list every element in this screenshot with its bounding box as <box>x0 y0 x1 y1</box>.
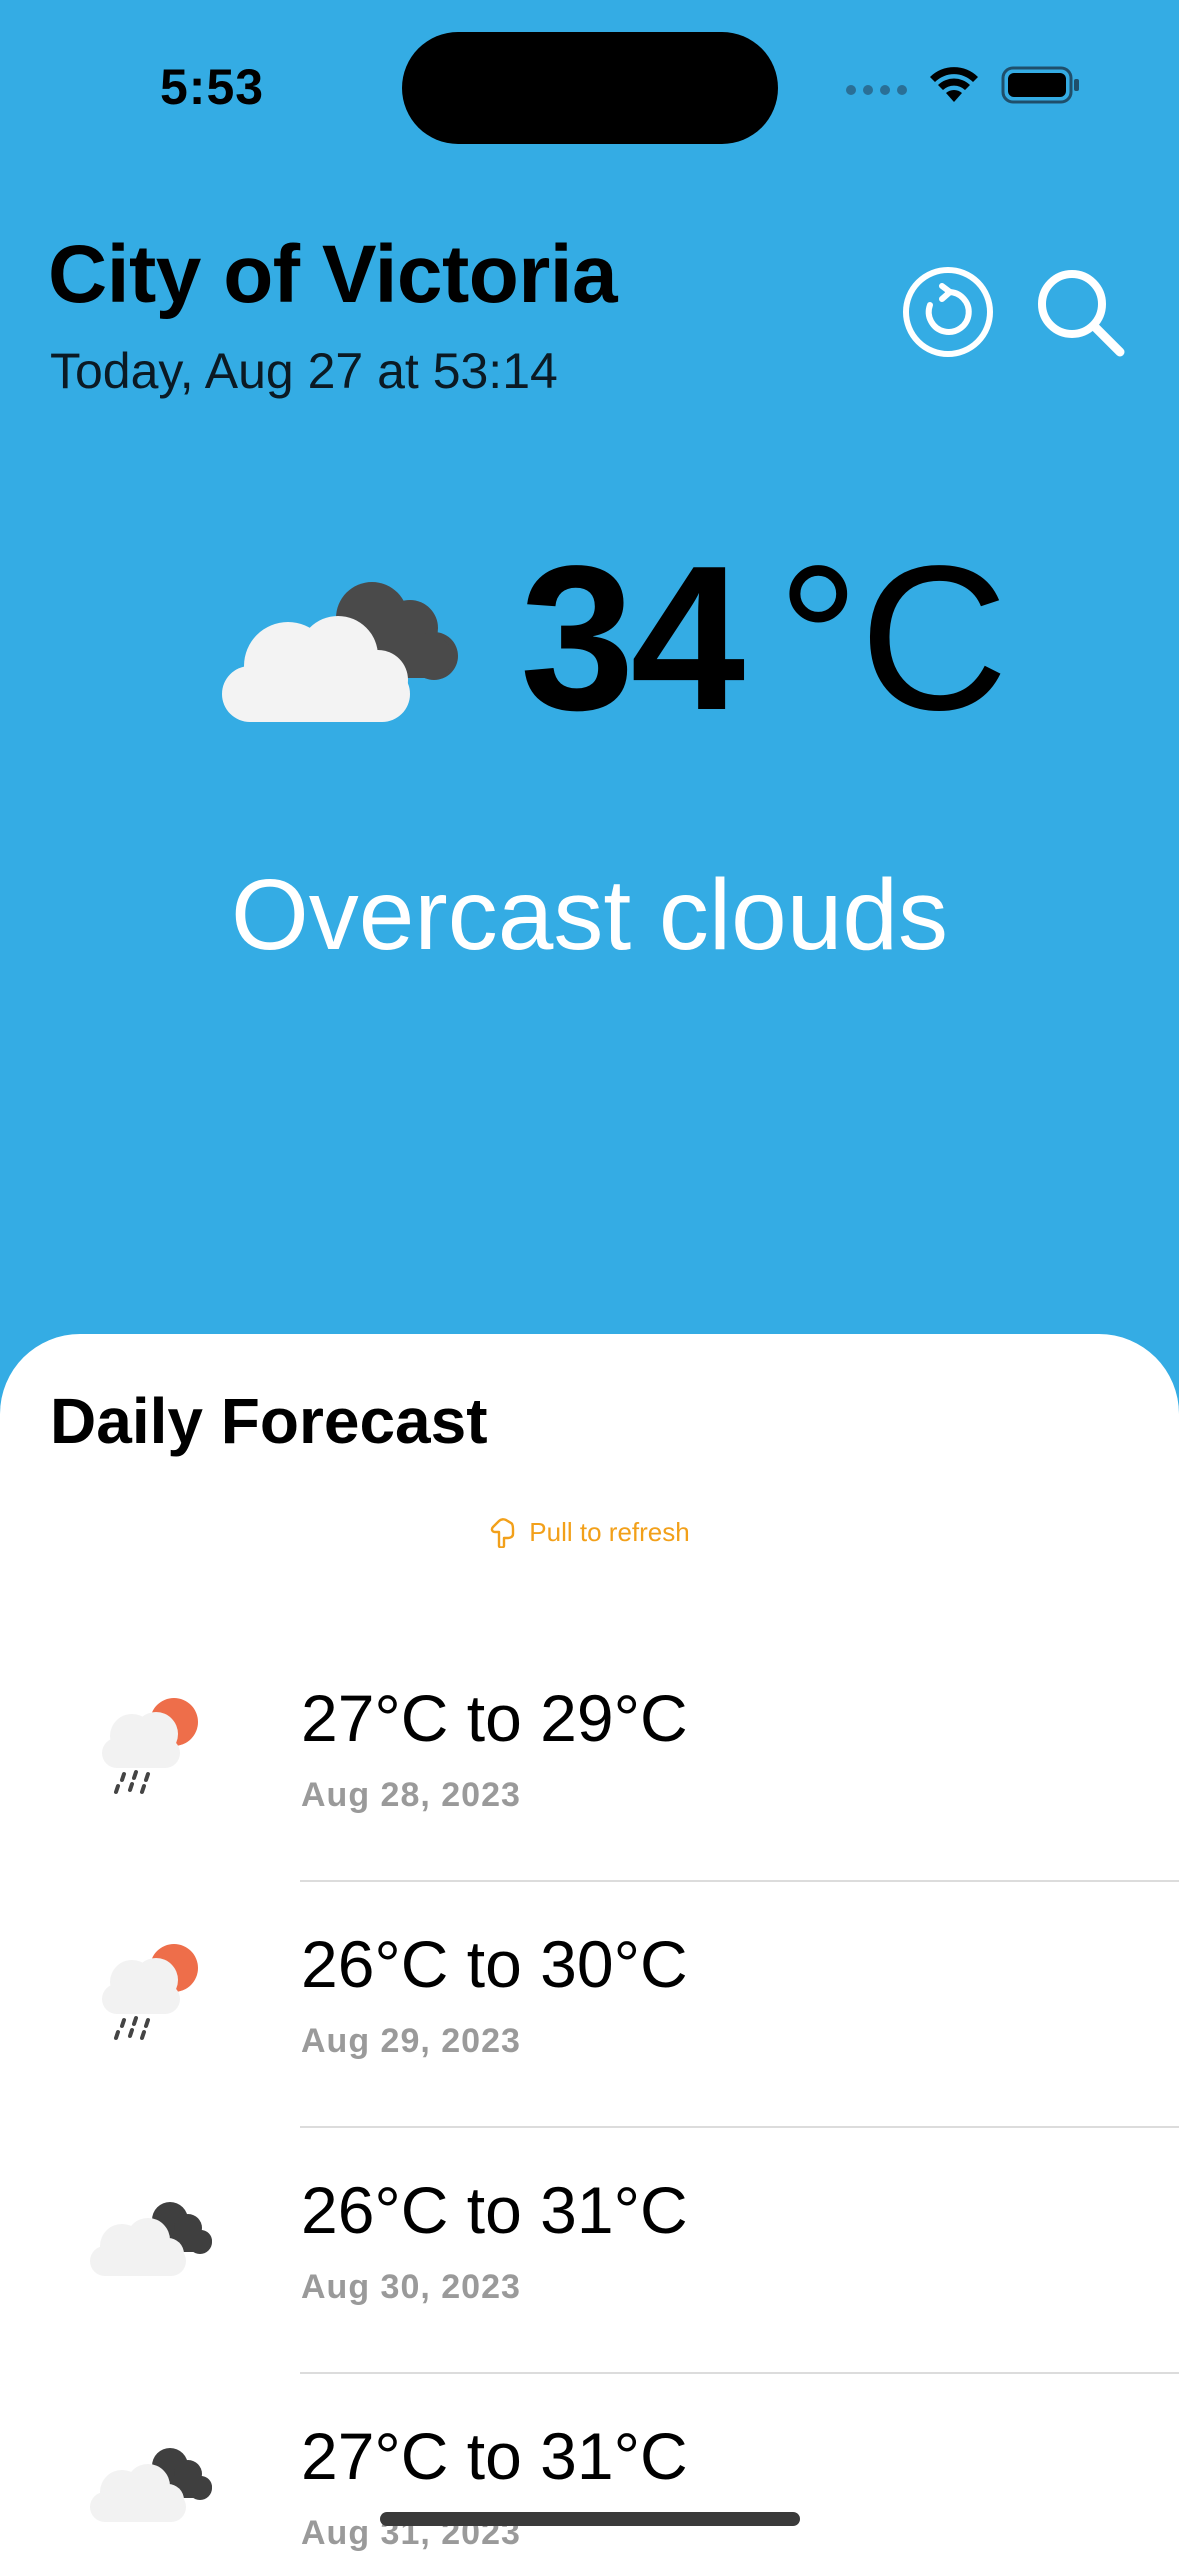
list-item[interactable]: 26°C to 30°C Aug 29, 2023 <box>0 1882 1179 2128</box>
last-updated: Today, Aug 27 at 53:14 <box>50 343 558 399</box>
home-indicator[interactable] <box>380 2512 800 2526</box>
forecast-title: Daily Forecast <box>50 1385 488 1457</box>
temperature-range: 27°C to 29°C <box>301 1681 688 1755</box>
list-item[interactable]: 27°C to 31°C Aug 31, 2023 <box>0 2374 1179 2556</box>
weather-screen: 5:53 City of Victoria Today, Aug 27 at 5… <box>0 0 1179 2556</box>
battery-icon <box>1001 66 1081 104</box>
forecast-date: Aug 28, 2023 <box>301 1776 521 1814</box>
forecast-date: Aug 30, 2023 <box>301 2268 521 2306</box>
list-item[interactable]: 26°C to 31°C Aug 30, 2023 <box>0 2128 1179 2374</box>
overcast-clouds-icon <box>90 2202 212 2276</box>
magnifier-icon <box>1038 270 1125 357</box>
pull-to-refresh-hint: Pull to refresh <box>0 1516 1179 1548</box>
forecast-list: 27°C to 29°C Aug 28, 2023 26°C to 30°C A… <box>0 1636 1179 2556</box>
dynamic-island <box>402 32 778 144</box>
temperature-unit: °C <box>777 523 1009 753</box>
temperature-range: 26°C to 31°C <box>301 2173 688 2247</box>
current-temperature: 34 °C <box>520 528 1008 748</box>
status-time: 5:53 <box>160 59 265 115</box>
forecast-sheet[interactable]: Daily Forecast Pull to refresh 27°C to 2… <box>0 1334 1179 2556</box>
pull-to-refresh-label: Pull to refresh <box>529 1516 690 1547</box>
weather-description: Overcast clouds <box>231 859 948 971</box>
refresh-circle-icon <box>903 267 993 357</box>
city-title: City of Victoria <box>48 229 618 320</box>
forecast-date: Aug 29, 2023 <box>301 2022 521 2060</box>
list-item[interactable]: 27°C to 29°C Aug 28, 2023 <box>0 1636 1179 1882</box>
refresh-button[interactable] <box>898 262 998 362</box>
overcast-clouds-icon <box>222 582 458 722</box>
status-icons <box>846 66 1081 104</box>
wifi-icon <box>929 66 979 104</box>
temperature-range: 27°C to 31°C <box>301 2419 688 2493</box>
cellular-signal-icon <box>846 85 907 95</box>
rain-sun-cloud-icon <box>102 1944 198 2040</box>
rain-sun-cloud-icon <box>102 1698 198 1794</box>
temperature-range: 26°C to 30°C <box>301 1927 688 2001</box>
search-button[interactable] <box>1030 262 1130 362</box>
hand-point-down-icon <box>491 1518 515 1548</box>
overcast-clouds-icon <box>90 2448 212 2522</box>
temperature-value: 34 <box>520 523 745 753</box>
